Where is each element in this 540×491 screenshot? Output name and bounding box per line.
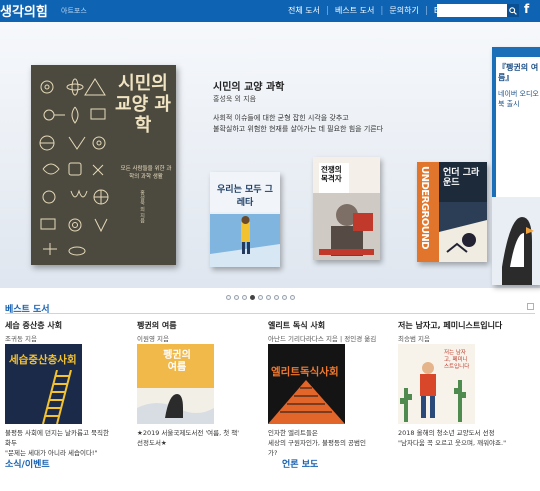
description-line: 세상의 구원자인가, 불평등의 공범인 xyxy=(268,439,366,447)
bestseller-description: 2018 올해의 청소년 교양도서 선정 "남자다움 꼭 오르고 웃으며, 깨워… xyxy=(398,428,538,448)
ladder-illustration xyxy=(42,370,72,424)
book-title: 『펭귄의 여름』 xyxy=(498,63,539,82)
description-line: 선정도서★ xyxy=(137,439,167,447)
news-heading[interactable]: 소식/이벤트 xyxy=(5,457,50,470)
description-line: 인자한 엘리트들은 xyxy=(268,429,318,437)
bestseller-author: 조귀동 지음 xyxy=(5,335,37,343)
science-icons-illustration xyxy=(39,78,109,256)
bestseller-title[interactable]: 펭귄의 여름 xyxy=(137,320,177,331)
description-line: 화두 xyxy=(5,439,17,447)
cover-title: 세습중산층사회 xyxy=(9,354,77,366)
bestseller-cover[interactable]: 세습중산층사회 xyxy=(5,344,82,424)
nav-best-books[interactable]: 베스트 도서 xyxy=(329,5,380,16)
cover-title: 엘리트독식사회 xyxy=(271,366,339,378)
carousel-book-war-witness[interactable]: 전쟁의 목격자 xyxy=(313,157,380,260)
bestseller-description: 불평등 사회에 던지는 날카롭고 묵직한 화두 "문제는 세대가 아니라 세습이… xyxy=(5,428,125,458)
penguin-illustration xyxy=(492,197,540,285)
bestseller-title[interactable]: 저는 남자고, 페미니스트입니다 xyxy=(398,320,502,331)
featured-cover-subtitle: 모든 사람들을 위한 과학의 과학 생활 xyxy=(120,166,172,180)
bestseller-author: 최승범 지음 xyxy=(398,335,430,343)
book-title: 언더 그라운드 xyxy=(443,168,480,188)
featured-book-title[interactable]: 시민의 교양 과학 xyxy=(213,78,284,93)
carousel-pagination xyxy=(226,295,295,300)
war-photo-illustration xyxy=(313,193,380,260)
figure-illustration xyxy=(400,362,466,422)
bestseller-description: 인자한 엘리트들은 세상의 구원자인가, 불평등의 공범인 가? xyxy=(268,428,398,458)
section-divider xyxy=(5,313,535,314)
carousel-dot[interactable] xyxy=(234,295,239,300)
book-badge: UNDERGROUND xyxy=(419,166,430,250)
description-line: "남자다움 꼭 오르고 웃으며, 깨워야죠." xyxy=(398,439,507,447)
featured-cover-title: 시민의 교양 과학 xyxy=(115,73,171,136)
description-line: ★2019 서울국제도서전 '여름, 첫 책' xyxy=(137,429,240,437)
bestseller-description: ★2019 서울국제도서전 '여름, 첫 책' 선정도서★ xyxy=(137,428,267,448)
penguin-illustration xyxy=(137,394,214,424)
carousel-book-greta[interactable]: 우리는 모두 그레타 xyxy=(210,172,280,267)
carousel-book-penguin-audio[interactable]: 『펭귄의 여름』 네이버 오디오북 출시 xyxy=(492,47,540,285)
carousel-dot[interactable] xyxy=(274,295,279,300)
carousel-dot[interactable] xyxy=(242,295,247,300)
cover-title: 펭귄의 여름 xyxy=(163,350,191,373)
featured-book-cover[interactable]: 시민의 교양 과학 모든 사람들을 위한 과학의 과학 생활 홍성욱 외 지음 xyxy=(31,65,176,265)
bestseller-cover[interactable]: 펭귄의 여름 xyxy=(137,344,214,424)
logo-subtitle: 아트포스 xyxy=(61,7,87,15)
featured-book-author: 홍성욱 외 지음 xyxy=(213,95,257,103)
press-heading[interactable]: 언론 보도 xyxy=(282,457,318,470)
main-nav: 전체 도서 | 베스트 도서 | 문의하기 | ENG xyxy=(282,5,457,16)
pyramid-illustration xyxy=(268,380,345,424)
nav-all-books[interactable]: 전체 도서 xyxy=(282,5,326,16)
carousel-dot[interactable] xyxy=(258,295,263,300)
carousel-dot-active[interactable] xyxy=(250,295,255,300)
description-line: 불평등 사회에 던지는 날카롭고 묵직한 xyxy=(5,429,109,437)
description-line: 불확실하고 위험한 현재를 살아가는 데 필요한 힘을 기른다 xyxy=(213,125,384,133)
underground-illustration xyxy=(439,202,487,262)
site-logo[interactable]: 생각의힘 xyxy=(0,1,48,20)
top-bar: 생각의힘 아트포스 전체 도서 | 베스트 도서 | 문의하기 | ENG f xyxy=(0,0,540,22)
search-icon xyxy=(509,6,517,15)
bestseller-author: 아난드 기리다라다스 지음 | 정인경 옮김 xyxy=(268,335,377,343)
carousel-dot[interactable] xyxy=(266,295,271,300)
description-line: 사회적 이슈들에 대한 균형 잡힌 시각을 갖추고 xyxy=(213,114,349,122)
carousel-book-underground[interactable]: UNDERGROUND 언더 그라운드 xyxy=(417,162,487,262)
book-subtitle: 네이버 오디오북 출시 xyxy=(498,90,539,108)
greta-illustration xyxy=(210,214,280,267)
featured-cover-author: 홍성욱 외 지음 xyxy=(139,190,145,224)
carousel-dot[interactable] xyxy=(226,295,231,300)
carousel-dot[interactable] xyxy=(290,295,295,300)
bestseller-title[interactable]: 세습 중산층 사회 xyxy=(5,320,62,331)
nav-contact[interactable]: 문의하기 xyxy=(383,5,424,16)
bestseller-author: 이원영 지음 xyxy=(137,335,169,343)
search-input[interactable] xyxy=(437,4,507,17)
hero-carousel: 시민의 교양 과학 모든 사람들을 위한 과학의 과학 생활 홍성욱 외 지음 … xyxy=(0,22,540,300)
book-title: 전쟁의 목격자 xyxy=(321,165,342,183)
carousel-dot[interactable] xyxy=(282,295,287,300)
featured-book-description: 사회적 이슈들에 대한 균형 잡힌 시각을 갖추고 불확실하고 위험한 현재를 … xyxy=(213,113,383,135)
bestseller-cover[interactable]: 저는 남자고, 페미니스트입니다 xyxy=(398,344,475,424)
bestseller-title[interactable]: 엘리트 독식 사회 xyxy=(268,320,325,331)
book-title: 우리는 모두 그레타 xyxy=(217,185,273,208)
facebook-icon[interactable]: f xyxy=(524,2,529,16)
search-button[interactable] xyxy=(507,4,519,17)
description-line: 2018 올해의 청소년 교양도서 선정 xyxy=(398,429,495,437)
more-icon[interactable] xyxy=(527,303,534,310)
bestseller-cover[interactable]: 엘리트독식사회 xyxy=(268,344,345,424)
